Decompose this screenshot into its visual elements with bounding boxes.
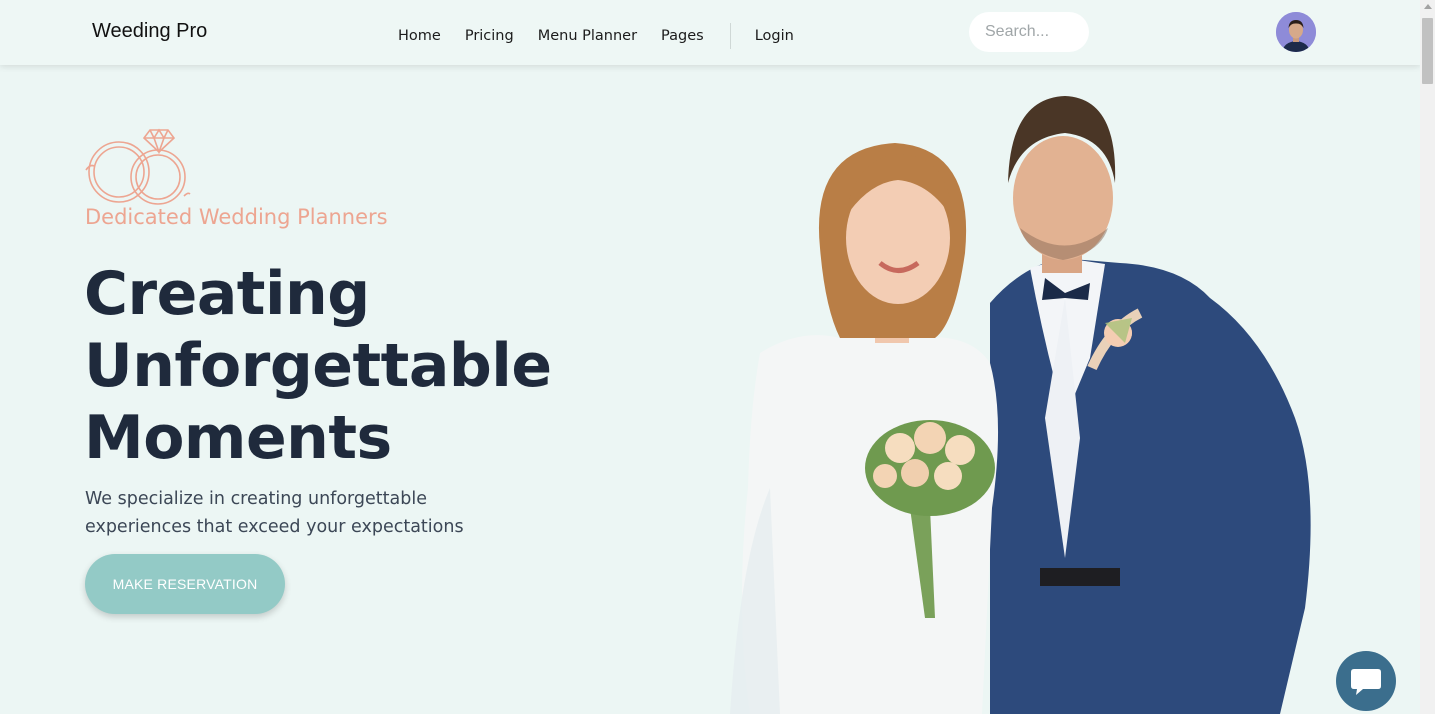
search-input[interactable] bbox=[969, 12, 1089, 52]
scroll-thumb[interactable] bbox=[1422, 18, 1433, 84]
brand-logo[interactable]: Weeding Pro bbox=[92, 20, 207, 43]
hero-tagline: Dedicated Wedding Planners bbox=[85, 205, 388, 229]
nav-pricing[interactable]: Pricing bbox=[465, 28, 514, 44]
chat-bubble-icon bbox=[1351, 669, 1381, 695]
subtitle-line: experiences that exceed your expectation… bbox=[85, 517, 464, 537]
make-reservation-button[interactable]: MAKE RESERVATION bbox=[85, 554, 285, 614]
nav-home[interactable]: Home bbox=[398, 28, 441, 44]
chat-button[interactable] bbox=[1336, 651, 1396, 711]
top-navbar: Weeding Pro Home Pricing Menu Planner Pa… bbox=[0, 0, 1420, 65]
headline-line: Moments bbox=[84, 403, 392, 473]
nav-menu-planner[interactable]: Menu Planner bbox=[538, 28, 637, 44]
subtitle-line: We specialize in creating unforgettable bbox=[85, 489, 427, 509]
hero-headline: Creating Unforgettable Moments bbox=[84, 258, 644, 474]
nav-pages[interactable]: Pages bbox=[661, 28, 704, 44]
headline-line: Unforgettable bbox=[84, 331, 552, 401]
couple-photo bbox=[730, 96, 1311, 714]
nav-login[interactable]: Login bbox=[755, 28, 794, 44]
nav-divider bbox=[729, 23, 731, 49]
wedding-rings-icon bbox=[85, 128, 191, 205]
main-nav: Home Pricing Menu Planner Pages Login bbox=[398, 23, 818, 49]
user-avatar[interactable] bbox=[1276, 12, 1316, 52]
hero-subtitle: We specialize in creating unforgettable … bbox=[85, 485, 505, 541]
scroll-up-arrow-icon[interactable] bbox=[1424, 4, 1432, 9]
headline-line: Creating bbox=[84, 259, 370, 329]
page-scrollbar[interactable] bbox=[1420, 0, 1435, 714]
